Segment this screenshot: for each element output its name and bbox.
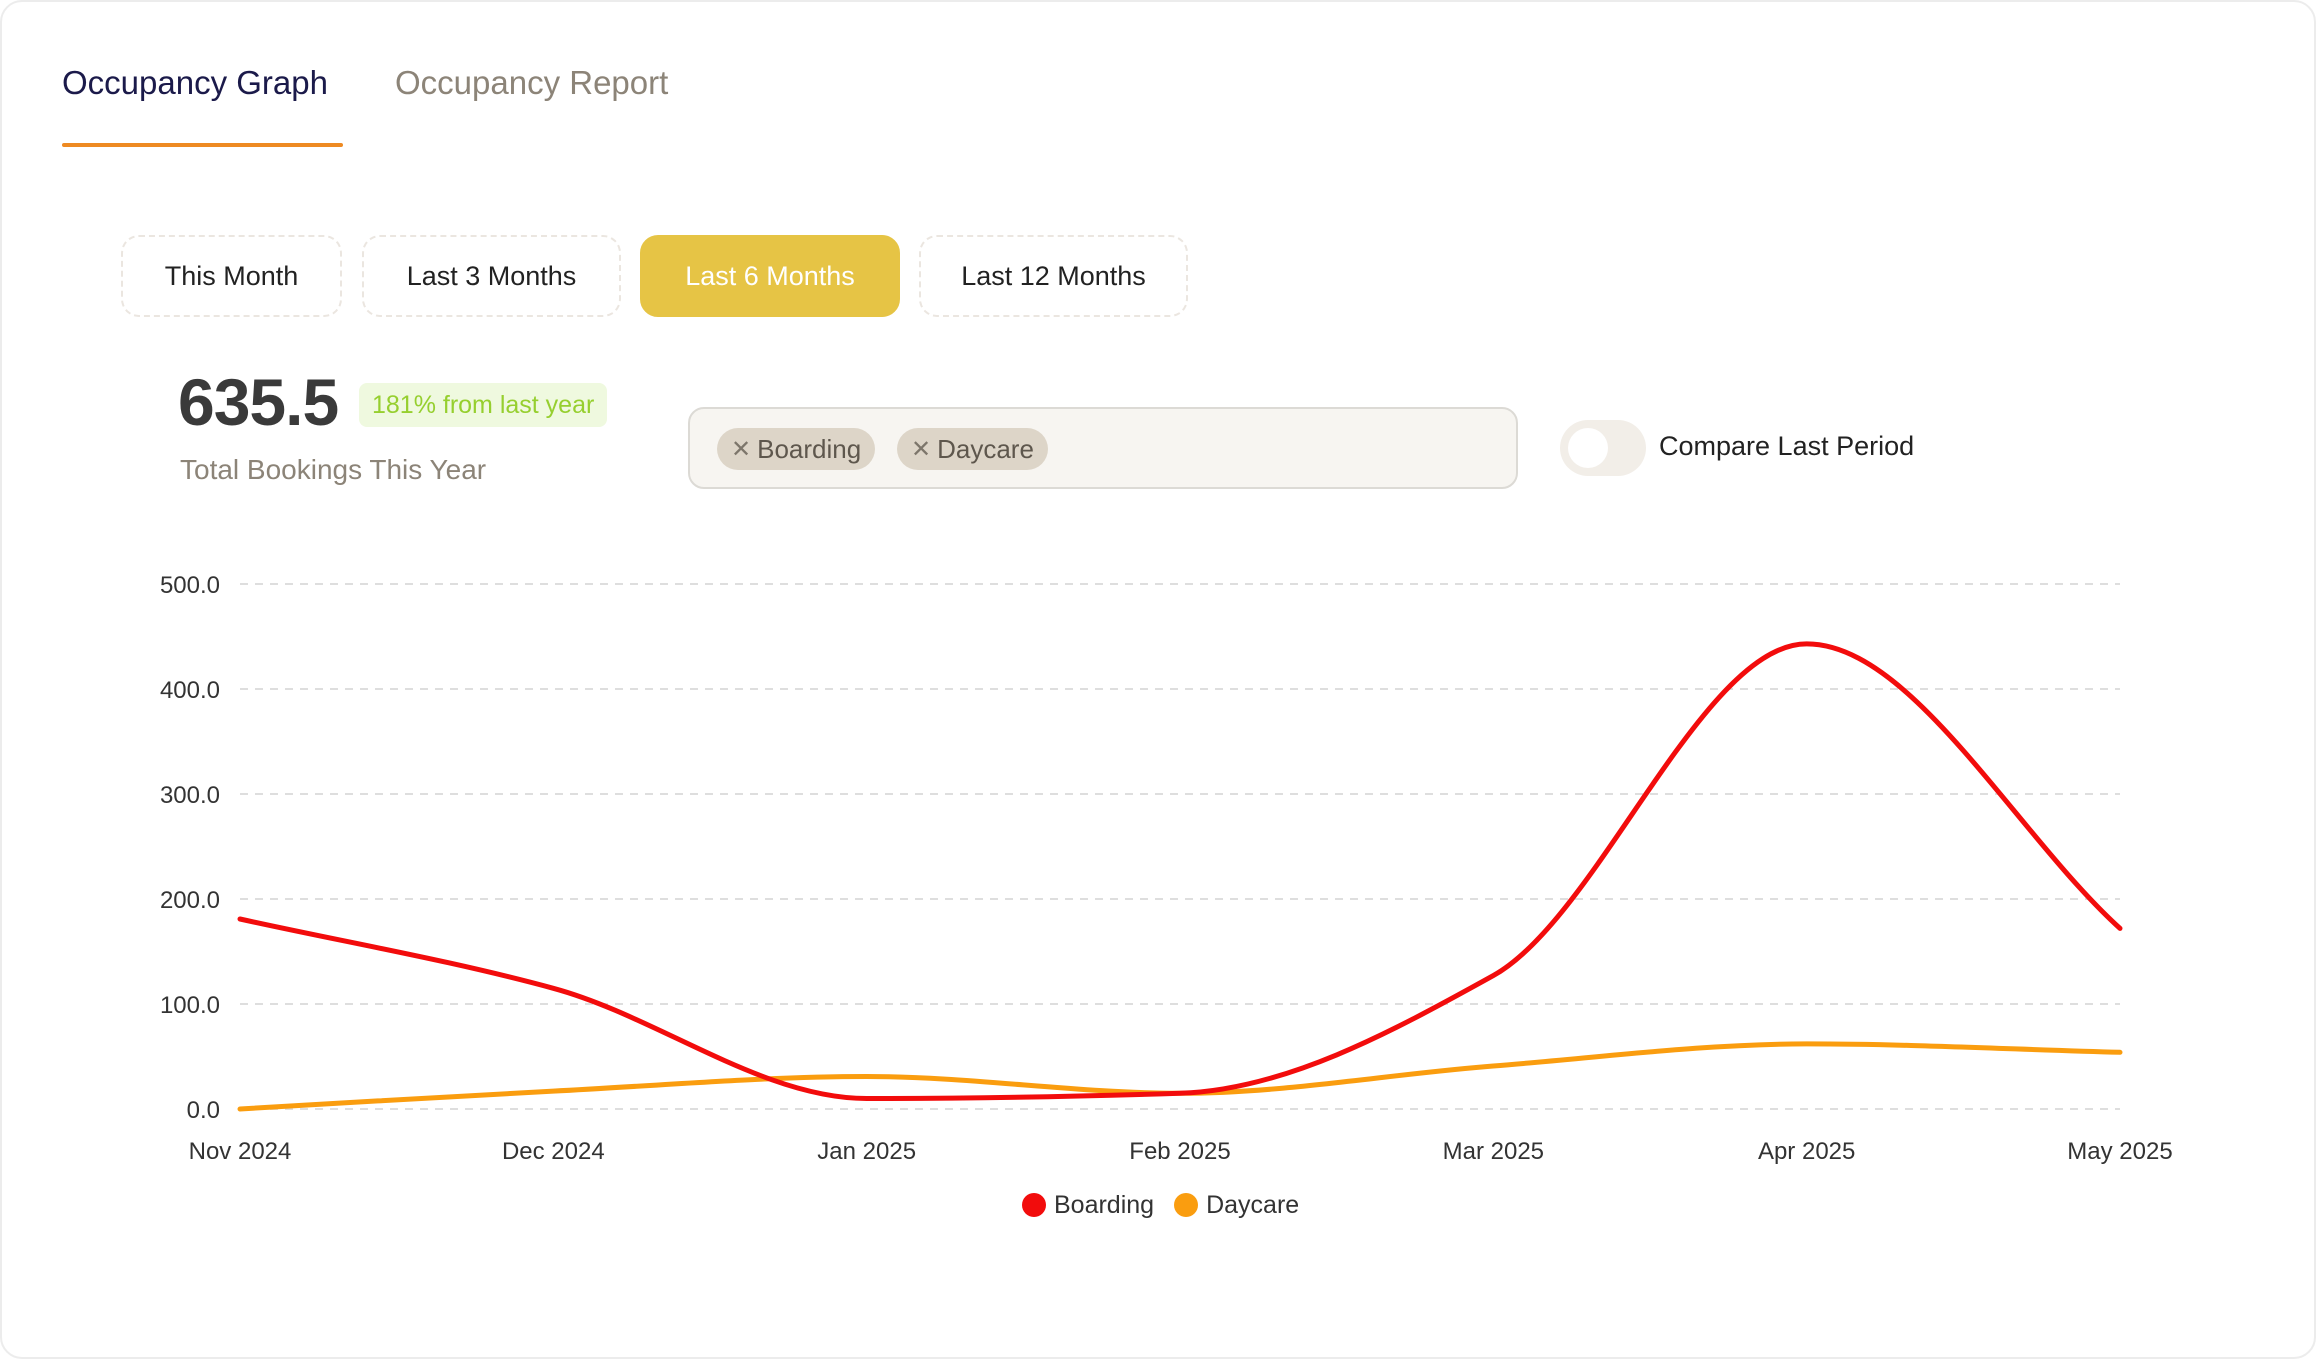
y-tick-label: 100.0	[160, 992, 220, 1019]
x-tick-label: Mar 2025	[1443, 1138, 1544, 1165]
chart-legend: Boarding Daycare	[1022, 1190, 1319, 1220]
x-tick-label: Feb 2025	[1129, 1138, 1230, 1165]
service-filter-input[interactable]: ✕ Boarding ✕ Daycare	[688, 407, 1518, 489]
range-this-month-button[interactable]: This Month	[121, 235, 342, 317]
range-last-3-months-button[interactable]: Last 3 Months	[362, 235, 621, 317]
x-tick-label: Jan 2025	[817, 1138, 916, 1165]
tab-occupancy-report[interactable]: Occupancy Report	[395, 64, 668, 102]
range-last-12-months-button[interactable]: Last 12 Months	[919, 235, 1188, 317]
total-bookings-label: Total Bookings This Year	[180, 454, 487, 485]
close-icon[interactable]: ✕	[911, 435, 931, 464]
filter-chip-label: Boarding	[757, 433, 862, 464]
x-tick-label: Nov 2024	[189, 1138, 292, 1165]
legend-dot-boarding	[1022, 1193, 1046, 1217]
x-tick-label: Dec 2024	[502, 1138, 605, 1165]
filter-chip-boarding: ✕ Boarding	[717, 428, 876, 470]
x-tick-label: May 2025	[2067, 1138, 2172, 1165]
y-tick-label: 400.0	[160, 677, 220, 704]
occupancy-line-chart: 0.0 100.0 200.0 300.0 400.0 500.0 Nov 2024 Dec …	[160, 572, 2173, 1165]
x-tick-label: Apr 2025	[1758, 1138, 1855, 1165]
close-icon[interactable]: ✕	[731, 435, 751, 464]
y-tick-label: 300.0	[160, 782, 220, 809]
tab-occupancy-graph[interactable]: Occupancy Graph	[62, 64, 328, 102]
range-last-6-months-button[interactable]: Last 6 Months	[640, 235, 900, 317]
series-line-boarding	[237, 641, 2123, 1101]
series-line-daycare	[237, 1041, 2123, 1112]
legend-item-daycare[interactable]: Daycare	[1174, 1191, 1299, 1220]
toggle-knob	[1568, 428, 1608, 468]
y-tick-label: 500.0	[160, 572, 220, 599]
legend-item-boarding[interactable]: Boarding	[1022, 1191, 1154, 1220]
total-bookings-value: 635.5	[178, 365, 339, 439]
legend-dot-daycare	[1174, 1193, 1199, 1217]
compare-toggle[interactable]	[1560, 420, 1646, 476]
legend-label: Daycare	[1206, 1190, 1300, 1219]
compare-toggle-label: Compare Last Period	[1659, 431, 1915, 461]
legend-label: Boarding	[1054, 1190, 1155, 1219]
change-badge: 181% from last year	[359, 383, 608, 427]
filter-chip-daycare: ✕ Daycare	[897, 428, 1048, 470]
y-tick-label: 0.0	[187, 1097, 220, 1124]
filter-chip-label: Daycare	[937, 433, 1034, 464]
y-tick-label: 200.0	[160, 887, 220, 914]
active-tab-indicator	[62, 143, 343, 147]
occupancy-card: Occupancy Graph Occupancy Report This Mo…	[0, 0, 2316, 1359]
